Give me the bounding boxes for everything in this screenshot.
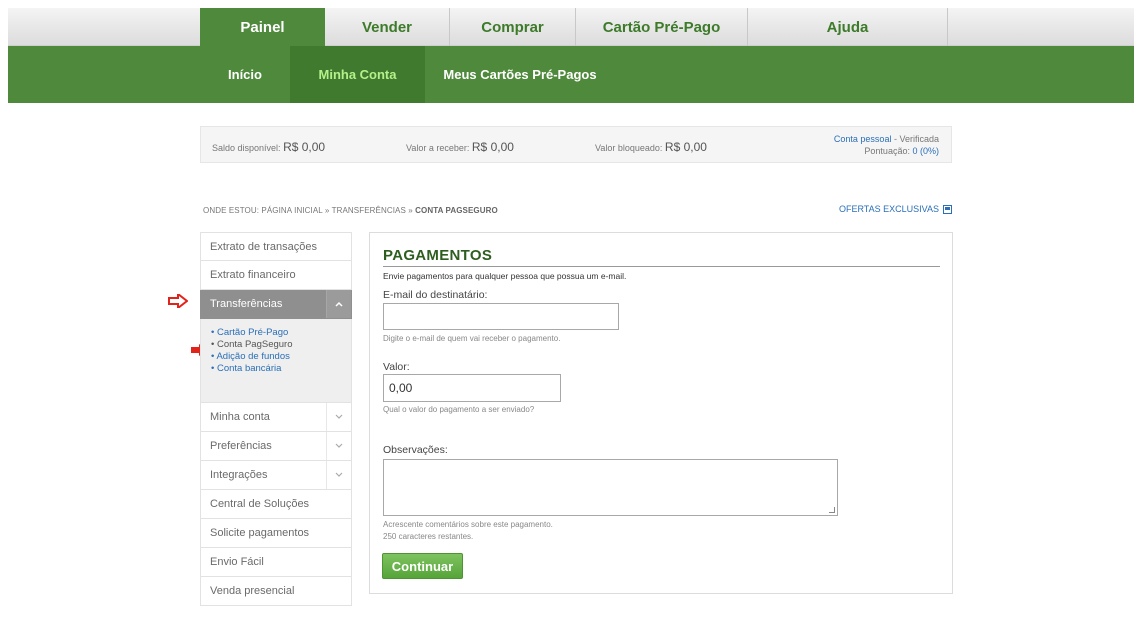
notes-hint: Acrescente comentários sobre este pagame… bbox=[383, 520, 553, 529]
sidebar-item-transferencias[interactable]: Transferências bbox=[200, 290, 352, 319]
email-hint: Digite o e-mail de quem vai receber o pa… bbox=[383, 334, 561, 343]
sidebar-item-label: Preferências bbox=[210, 440, 272, 452]
email-field[interactable] bbox=[383, 303, 619, 330]
blocked-balance-value: R$ 0,00 bbox=[664, 140, 707, 154]
available-balance-value: R$ 0,00 bbox=[283, 140, 326, 154]
continue-button[interactable]: Continuar bbox=[382, 553, 463, 579]
value-label: Valor: bbox=[383, 361, 410, 373]
submenu-item-label: Cartão Pré-Pago bbox=[216, 327, 289, 338]
score-link[interactable]: 0 (0%) bbox=[912, 146, 939, 156]
tab-painel[interactable]: Painel bbox=[200, 8, 325, 46]
blocked-balance: Valor bloqueado: R$ 0,00 bbox=[595, 140, 707, 154]
submenu-item-conta-bancaria[interactable]: • Conta bancária bbox=[211, 363, 351, 375]
arrow-icon bbox=[168, 291, 189, 311]
sidebar-item-label: Extrato de transações bbox=[210, 240, 318, 253]
breadcrumb-current: CONTA PAGSEGURO bbox=[415, 206, 498, 215]
sidebar-item-label: Venda presencial bbox=[210, 585, 295, 597]
chevron-down-icon[interactable] bbox=[326, 403, 351, 431]
sidebar-item-preferencias[interactable]: Preferências bbox=[200, 432, 352, 461]
breadcrumb-separator: » bbox=[408, 206, 413, 215]
submenu-item-conta-pagseguro[interactable]: • Conta PagSeguro bbox=[211, 339, 351, 351]
sidebar: Extrato de transações Extrato financeiro… bbox=[200, 232, 352, 606]
sidebar-item-integracoes[interactable]: Integrações bbox=[200, 461, 352, 490]
value-hint: Qual o valor do pagamento a ser enviado? bbox=[383, 405, 535, 414]
submenu-item-adicao-fundos[interactable]: • Adição de fundos bbox=[211, 351, 351, 363]
receivable-balance-label: Valor a receber: bbox=[406, 143, 470, 153]
page-title: PAGAMENTOS bbox=[383, 247, 493, 264]
submenu-item-label: Adição de fundos bbox=[216, 351, 290, 362]
email-label: E-mail do destinatário: bbox=[383, 289, 488, 301]
subtab-minha-conta[interactable]: Minha Conta bbox=[290, 46, 425, 103]
payment-form-panel: PAGAMENTOS Envie pagamentos para qualque… bbox=[369, 232, 953, 594]
score-label: Pontuação: bbox=[864, 146, 910, 156]
breadcrumb-section[interactable]: TRANSFERÊNCIAS bbox=[332, 206, 406, 215]
chevron-up-icon[interactable] bbox=[326, 290, 351, 318]
sidebar-item-label: Solicite pagamentos bbox=[210, 527, 310, 539]
offers-icon bbox=[943, 204, 952, 214]
sidebar-item-solicite-pagamentos[interactable]: Solicite pagamentos bbox=[200, 519, 352, 548]
top-navigation: Painel Vender Comprar Cartão Pré-Pago Aj… bbox=[8, 8, 1134, 46]
sidebar-item-label: Extrato financeiro bbox=[210, 269, 296, 281]
sidebar-item-extrato-transacoes[interactable]: Extrato de transações bbox=[200, 232, 352, 261]
sidebar-item-label: Envio Fácil bbox=[210, 556, 264, 568]
form-description: Envie pagamentos para qualquer pessoa qu… bbox=[383, 271, 627, 281]
notes-label: Observações: bbox=[383, 444, 448, 456]
submenu-item-label: Conta PagSeguro bbox=[216, 339, 293, 350]
tab-cartao-pre-pago[interactable]: Cartão Pré-Pago bbox=[576, 8, 748, 46]
blocked-balance-label: Valor bloqueado: bbox=[595, 143, 663, 153]
transfer-submenu: • Cartão Pré-Pago • Conta PagSeguro • Ad… bbox=[200, 319, 352, 403]
resize-handle-icon[interactable] bbox=[829, 507, 835, 513]
sidebar-item-label: Transferências bbox=[210, 298, 283, 310]
sidebar-item-label: Central de Soluções bbox=[210, 498, 310, 510]
breadcrumb: ONDE ESTOU: PÁGINA INICIAL » TRANSFERÊNC… bbox=[203, 206, 498, 215]
submenu-item-label: Conta bancária bbox=[216, 363, 282, 374]
sidebar-item-minha-conta[interactable]: Minha conta bbox=[200, 403, 352, 432]
offers-link[interactable]: OFERTAS EXCLUSIVAS bbox=[839, 204, 952, 214]
submenu-item-cartao-pre-pago[interactable]: • Cartão Pré-Pago bbox=[211, 327, 351, 339]
tab-ajuda[interactable]: Ajuda bbox=[748, 8, 948, 46]
sidebar-item-label: Minha conta bbox=[210, 411, 270, 423]
sidebar-item-central-solucoes[interactable]: Central de Soluções bbox=[200, 490, 352, 519]
available-balance: Saldo disponível: R$ 0,00 bbox=[212, 140, 325, 154]
subtab-meus-cartoes[interactable]: Meus Cartões Pré-Pagos bbox=[425, 46, 615, 103]
sidebar-item-extrato-financeiro[interactable]: Extrato financeiro bbox=[200, 261, 352, 290]
breadcrumb-home[interactable]: PÁGINA INICIAL bbox=[261, 206, 322, 215]
sidebar-item-envio-facil[interactable]: Envio Fácil bbox=[200, 548, 352, 577]
account-info: Conta pessoal - Verificada Pontuação: 0 … bbox=[834, 133, 939, 157]
title-divider bbox=[383, 266, 940, 267]
tab-vender[interactable]: Vender bbox=[325, 8, 450, 46]
sidebar-item-label: Integrações bbox=[210, 469, 268, 481]
tab-comprar[interactable]: Comprar bbox=[450, 8, 576, 46]
chevron-down-icon[interactable] bbox=[326, 432, 351, 460]
breadcrumb-prefix: ONDE ESTOU: bbox=[203, 206, 260, 215]
receivable-balance: Valor a receber: R$ 0,00 bbox=[406, 140, 514, 154]
account-status: - Verificada bbox=[893, 134, 939, 144]
account-type-link[interactable]: Conta pessoal bbox=[834, 134, 892, 144]
receivable-balance-value: R$ 0,00 bbox=[471, 140, 514, 154]
notes-textarea[interactable] bbox=[383, 459, 838, 516]
offers-link-label: OFERTAS EXCLUSIVAS bbox=[838, 204, 939, 214]
amount-field[interactable] bbox=[383, 374, 561, 402]
available-balance-label: Saldo disponível: bbox=[212, 143, 281, 153]
subtab-inicio[interactable]: Início bbox=[200, 46, 290, 103]
chevron-down-icon[interactable] bbox=[326, 461, 351, 489]
sub-navigation: Início Minha Conta Meus Cartões Pré-Pago… bbox=[8, 46, 1134, 103]
sidebar-item-venda-presencial[interactable]: Venda presencial bbox=[200, 577, 352, 606]
balance-bar: Saldo disponível: R$ 0,00 Valor a recebe… bbox=[200, 126, 952, 163]
chars-remaining: 250 caracteres restantes. bbox=[383, 532, 474, 541]
breadcrumb-separator: » bbox=[324, 206, 330, 215]
